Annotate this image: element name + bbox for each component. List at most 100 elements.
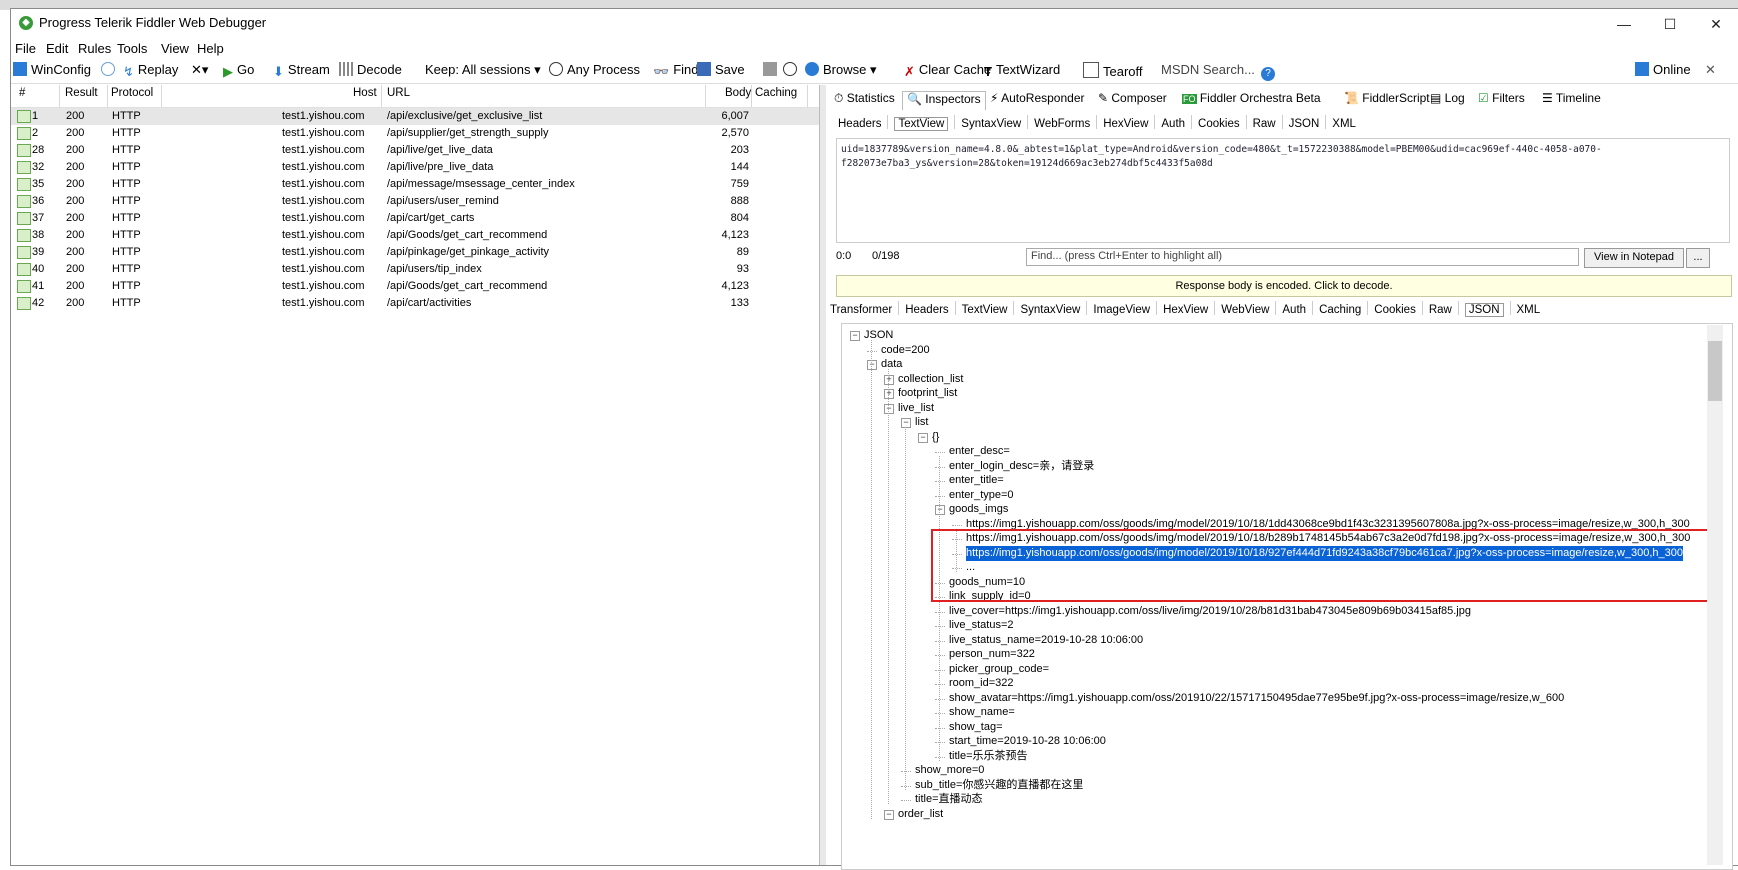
close-button[interactable]: ✕: [1693, 9, 1738, 39]
collapse-icon[interactable]: −: [884, 809, 894, 820]
find-input[interactable]: Find... (press Ctrl+Enter to highlight a…: [1026, 248, 1579, 266]
response-tab-transformer[interactable]: Transformer: [830, 304, 892, 316]
collapse-icon[interactable]: −: [935, 505, 945, 515]
menu-rules[interactable]: Rules: [78, 41, 111, 56]
response-tab-json[interactable]: JSON: [1464, 303, 1504, 317]
col-body[interactable]: Body: [725, 87, 751, 105]
tab-timeline[interactable]: ☰ Timeline: [1542, 91, 1601, 109]
tree-node[interactable]: footprint_list: [898, 386, 957, 401]
request-tab-syntaxview[interactable]: SyntaxView: [961, 118, 1021, 130]
table-row[interactable]: 28 200 HTTP test1.yishou.com/api/live/get_l…: [11, 142, 819, 159]
response-tab-imageview[interactable]: ImageView: [1093, 304, 1150, 316]
minimize-button[interactable]: —: [1601, 9, 1647, 39]
request-textview[interactable]: uid=1837789&version_name=4.8.0&_abtest=1…: [836, 138, 1730, 243]
browse-button[interactable]: Browse ▾: [805, 62, 877, 78]
tree-node[interactable]: enter_desc=: [949, 444, 1010, 459]
any-process-button[interactable]: Any Process: [549, 62, 640, 77]
tree-scrollbar-thumb[interactable]: [1708, 341, 1722, 401]
textwizard-button[interactable]: T TextWizard: [984, 62, 1060, 79]
replay-button[interactable]: ↯ Replay: [123, 62, 178, 79]
tree-node[interactable]: room_id=322: [949, 676, 1014, 691]
col-caching[interactable]: Caching: [755, 87, 797, 105]
encoded-notice-bar[interactable]: Response body is encoded. Click to decod…: [836, 275, 1732, 297]
screenshot-button[interactable]: [763, 62, 781, 77]
menu-help[interactable]: Help: [197, 41, 224, 56]
tree-node[interactable]: order_list: [898, 807, 943, 822]
request-tab-auth[interactable]: Auth: [1161, 118, 1185, 130]
tree-node[interactable]: person_num=322: [949, 647, 1035, 662]
menu-tools[interactable]: Tools: [117, 41, 147, 56]
tab-composer[interactable]: ✎ Composer: [1098, 91, 1167, 109]
collapse-icon[interactable]: −: [918, 432, 928, 443]
request-tab-xml[interactable]: XML: [1332, 118, 1356, 130]
menu-file[interactable]: File: [15, 41, 36, 56]
tab-fiddlerscript[interactable]: 📜 FiddlerScript: [1344, 91, 1430, 109]
tree-node[interactable]: {}: [932, 430, 939, 445]
request-tab-textview[interactable]: TextView: [894, 117, 949, 131]
tree-node[interactable]: list: [915, 415, 928, 430]
toolbar-close-icon[interactable]: ✕: [1705, 62, 1716, 78]
tab-statistics[interactable]: ⏱ Statistics: [834, 91, 895, 109]
tree-node[interactable]: live_status_name=2019-10-28 10:06:00: [949, 633, 1143, 648]
save-button[interactable]: Save: [697, 62, 745, 77]
tree-scrollbar[interactable]: [1707, 325, 1723, 865]
response-tab-auth[interactable]: Auth: [1282, 304, 1306, 316]
request-tab-json[interactable]: JSON: [1289, 118, 1320, 130]
tree-node[interactable]: start_time=2019-10-28 10:06:00: [949, 734, 1106, 749]
request-tab-hexview[interactable]: HexView: [1103, 118, 1148, 130]
winconfig-button[interactable]: WinConfig: [13, 62, 91, 77]
col-host[interactable]: Host: [353, 87, 377, 105]
tree-node[interactable]: live_list: [898, 401, 934, 416]
tab-log[interactable]: ▤ Log: [1430, 91, 1465, 109]
table-row[interactable]: 35 200 HTTP test1.yishou.com/api/message/ms…: [11, 176, 819, 193]
request-tab-webforms[interactable]: WebForms: [1034, 118, 1090, 130]
tree-node[interactable]: enter_login_desc=亲，请登录: [949, 459, 1094, 474]
response-tab-xml[interactable]: XML: [1517, 304, 1541, 316]
table-row[interactable]: 38 200 HTTP test1.yishou.com/api/Goods/get_…: [11, 227, 819, 244]
table-row[interactable]: 32 200 HTTP test1.yishou.com/api/live/pre_l…: [11, 159, 819, 176]
table-row[interactable]: 41 200 HTTP test1.yishou.com/api/Goods/get_…: [11, 278, 819, 295]
request-tab-raw[interactable]: Raw: [1253, 118, 1276, 130]
more-options-button[interactable]: ...: [1686, 248, 1710, 268]
expand-icon[interactable]: +: [884, 374, 894, 385]
clear-cache-button[interactable]: ✗ Clear Cache: [904, 62, 991, 79]
tree-node[interactable]: show_more=0: [915, 763, 984, 778]
tab-autoresponder[interactable]: ⚡ AutoResponder: [990, 91, 1085, 109]
tab-fiddler-orchestra[interactable]: FO Fiddler Orchestra Beta: [1182, 91, 1321, 109]
col-url[interactable]: URL: [387, 87, 410, 105]
tree-node[interactable]: enter_type=0: [949, 488, 1014, 503]
col-number[interactable]: #: [19, 87, 25, 105]
tree-node[interactable]: live_cover=https://img1.yishouapp.com/os…: [949, 604, 1471, 619]
timer-button[interactable]: [783, 62, 801, 77]
table-row[interactable]: 1 200 HTTP test1.yishou.com/api/exclusive/g…: [11, 108, 819, 125]
tree-node[interactable]: enter_title=: [949, 473, 1004, 488]
response-tab-raw[interactable]: Raw: [1429, 304, 1452, 316]
tree-node[interactable]: data: [881, 357, 902, 372]
menu-edit[interactable]: Edit: [46, 41, 68, 56]
maximize-button[interactable]: ☐: [1647, 9, 1693, 39]
request-tab-cookies[interactable]: Cookies: [1198, 118, 1240, 130]
response-tab-syntaxview[interactable]: SyntaxView: [1020, 304, 1080, 316]
decode-button[interactable]: Decode: [339, 62, 402, 77]
table-row[interactable]: 37 200 HTTP test1.yishou.com/api/cart/get_c…: [11, 210, 819, 227]
response-tab-cookies[interactable]: Cookies: [1374, 304, 1416, 316]
tree-node[interactable]: JSON: [864, 328, 893, 343]
table-row[interactable]: 42 200 HTTP test1.yishou.com/api/cart/activ…: [11, 295, 819, 312]
response-tab-caching[interactable]: Caching: [1319, 304, 1361, 316]
response-tab-hexview[interactable]: HexView: [1163, 304, 1208, 316]
collapse-icon[interactable]: −: [901, 418, 911, 428]
tree-node[interactable]: title=乐乐茶预告: [949, 749, 1028, 764]
tree-node[interactable]: live_status=2: [949, 618, 1014, 633]
tree-node[interactable]: goods_imgs: [949, 502, 1008, 517]
go-button[interactable]: ▶ Go: [223, 62, 254, 79]
collapse-icon[interactable]: −: [867, 360, 877, 370]
find-button[interactable]: 👓 Find: [653, 62, 698, 79]
col-result[interactable]: Result: [65, 87, 98, 105]
table-row[interactable]: 2 200 HTTP test1.yishou.com/api/supplier/ge…: [11, 125, 819, 142]
response-tab-headers[interactable]: Headers: [905, 304, 948, 316]
tab-inspectors[interactable]: 🔍 Inspectors: [902, 91, 986, 110]
tree-node[interactable]: picker_group_code=: [949, 662, 1049, 677]
tearoff-button[interactable]: Tearoff: [1083, 62, 1143, 79]
comment-button[interactable]: [101, 62, 119, 77]
expand-icon[interactable]: +: [884, 389, 894, 399]
